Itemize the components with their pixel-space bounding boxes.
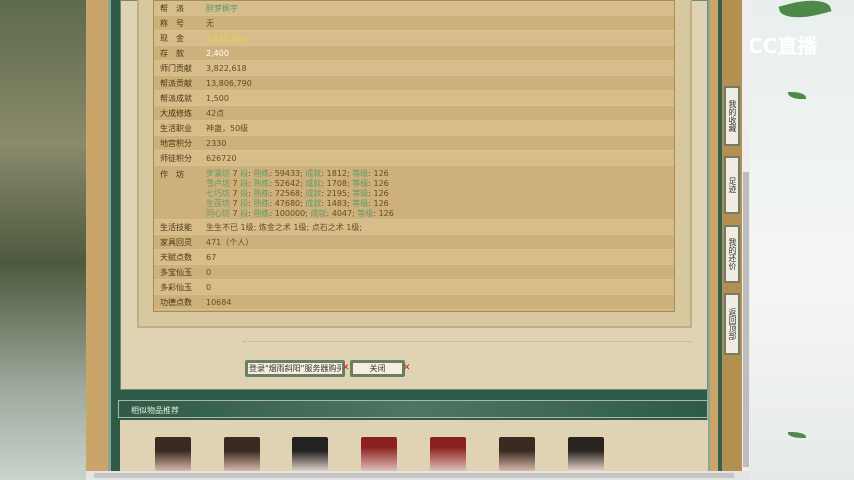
recommend-header: 相似物品推荐 [118,400,708,418]
row-label: 家具回灵 [160,237,192,247]
row-label: 帮派成就 [160,93,192,103]
row-label: 帮派贡献 [160,78,192,88]
row-value: 10684 [206,297,232,307]
row-value: 醉梦枫宇 [206,3,238,13]
workshop-line: 步瀛坊 7 段: 熟练: 59433; 成就: 1812; 等级: 126 [206,169,389,178]
row-value: 471（个人） [206,237,254,247]
item-thumbnail[interactable] [155,437,191,471]
workshop-line: 七巧坊 7 段: 熟练: 72568; 成就: 2195; 等级: 126 [206,189,389,198]
row-value: 3,822,618 [206,63,247,73]
sidebar-my-favorites[interactable]: 我的收藏 [724,86,740,146]
table-row: 天赋点数 67 [154,250,674,265]
table-row: 称 号无 [154,16,674,31]
row-value: 2,400 [206,48,229,58]
row-label: 地宫积分 [160,138,192,148]
workshop-line: 同心坊 7 段: 熟练: 100000; 成就: 4047; 等级: 126 [206,209,394,218]
row-label: 天赋点数 [160,252,192,262]
divider [243,341,691,342]
table-row: 帮派成就 1,500 [154,91,674,106]
table-row: 帮 派 醉梦枫宇 [154,1,674,16]
sidebar-my-bids[interactable]: 我的还价 [724,225,740,283]
table-row: 帮派贡献 13,806,790 [154,76,674,91]
row-value: 无 [206,18,214,28]
row-value: 13,806,790 [206,78,252,88]
row-value: 神蛊，50级 [206,123,249,133]
sidebar-back-to-top[interactable]: 返回顶部 [724,293,740,355]
login-buy-button[interactable]: 登录"烟雨斜阳"服务器购买 [245,360,345,377]
row-label: 功德点数 [160,297,192,307]
table-row: 现 金 1,815,540 [154,31,674,46]
row-label: 生活技能 [160,222,192,232]
row-value: 0 [206,282,212,292]
table-row: 生活职业 神蛊，50级 [154,121,674,136]
row-label: 作 坊 [160,170,184,179]
row-value: 0 [206,267,212,277]
item-thumbnail[interactable] [292,437,328,471]
table-row: 地宫积分 2330 [154,136,674,151]
row-label: 多宝仙玉 [160,267,192,277]
row-value: 2330 [206,138,227,148]
table-row: 多宝仙玉 0 [154,265,674,280]
row-label: 存 款 [160,48,184,58]
table-row: 师门贡献 3,822,618 [154,61,674,76]
row-label: 师门贡献 [160,63,192,73]
attribute-table: 帮 派 醉梦枫宇称 号 无现 金 1,815,540 存 款 2,400 师门贡献 3,822… [153,0,675,312]
recommend-list [120,420,708,471]
background-art-left [0,0,86,480]
row-value: 1,815,540 [206,33,247,43]
table-row: 多彩仙玉 0 [154,280,674,295]
table-row: 家具回灵 471（个人） [154,235,674,250]
workshop-line: 雪卢坊 7 段: 熟练: 52642; 成就: 1708; 等级: 126 [206,179,389,188]
vertical-scrollbar-thumb[interactable] [743,172,749,467]
row-label: 多彩仙玉 [160,282,192,292]
row-label: 称 号 [160,18,184,28]
row-value: 67 [206,252,217,262]
item-thumbnail[interactable] [430,437,466,471]
item-thumbnail[interactable] [361,437,397,471]
workshop-row: 作 坊 步瀛坊 7 段: 熟练: 59433; 成就: 1812; 等级: 12… [154,166,674,220]
horizontal-scrollbar-thumb[interactable] [94,473,734,478]
row-value: 1,500 [206,93,229,103]
row-label: 师徒积分 [160,153,192,163]
close-x-icon: ✕ [403,363,411,373]
background-art-right [750,0,854,480]
row-label: 大成修炼 [160,108,192,118]
workshop-line: 生莲坊 7 段: 熟练: 47680; 成就: 1483; 等级: 126 [206,199,389,208]
table-row: 功德点数 10684 [154,295,674,310]
close-x-icon: ✕ [342,363,350,373]
item-thumbnail[interactable] [499,437,535,471]
row-label: 现 金 [160,33,184,43]
close-button[interactable]: 关闭 [350,360,405,377]
table-row: 大成修炼 42点 [154,106,674,121]
row-label: 帮 派 [160,3,184,13]
item-thumbnail[interactable] [224,437,260,471]
row-value: 42点 [206,108,225,118]
row-value: 626720 [206,153,237,163]
sidebar-history[interactable]: 足迹 [724,156,740,214]
table-row: 生活技能 生生不已 1级; 炼金之术 1级; 点石之术 1级; [154,220,674,235]
table-row: 师徒积分 626720 [154,151,674,166]
table-row: 存 款 2,400 [154,46,674,61]
row-label: 生活职业 [160,123,192,133]
item-thumbnail[interactable] [568,437,604,471]
row-value: 生生不已 1级; 炼金之术 1级; 点石之术 1级; [206,222,363,232]
